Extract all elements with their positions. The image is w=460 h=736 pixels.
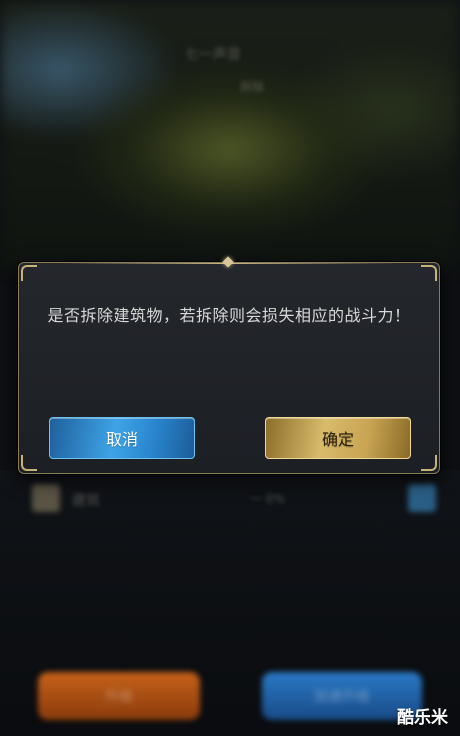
dialog-corner-ornament [21, 265, 37, 281]
blurred-title: 七一声音 [185, 47, 241, 63]
confirm-button-label: 确定 [321, 430, 354, 449]
dialog-corner-ornament [421, 265, 437, 281]
dialog-message: 是否拆除建筑物，若拆除则会损失相应的战斗力！ [47, 306, 411, 325]
blurred-info-icon [408, 484, 436, 512]
blurred-building-label: 建筑 [72, 493, 100, 509]
dialog-corner-ornament [421, 455, 437, 471]
watermark: 酷乐米 [397, 708, 448, 728]
dialog-corner-ornament [21, 455, 37, 471]
confirm-button[interactable]: 确定 [265, 417, 411, 459]
game-scene-blurred [0, 0, 460, 270]
blurred-progress-text: 一 0% [250, 492, 285, 506]
blurred-building-icon [32, 484, 60, 512]
demolish-confirm-dialog: 是否拆除建筑物，若拆除则会损失相应的战斗力！ 取消 确定 [18, 256, 440, 474]
blurred-subtitle: 拆除 [240, 80, 265, 94]
cancel-button-label: 取消 [105, 430, 138, 449]
cancel-button[interactable]: 取消 [49, 417, 195, 459]
blurred-upgrade-button: 升级 [38, 672, 200, 720]
